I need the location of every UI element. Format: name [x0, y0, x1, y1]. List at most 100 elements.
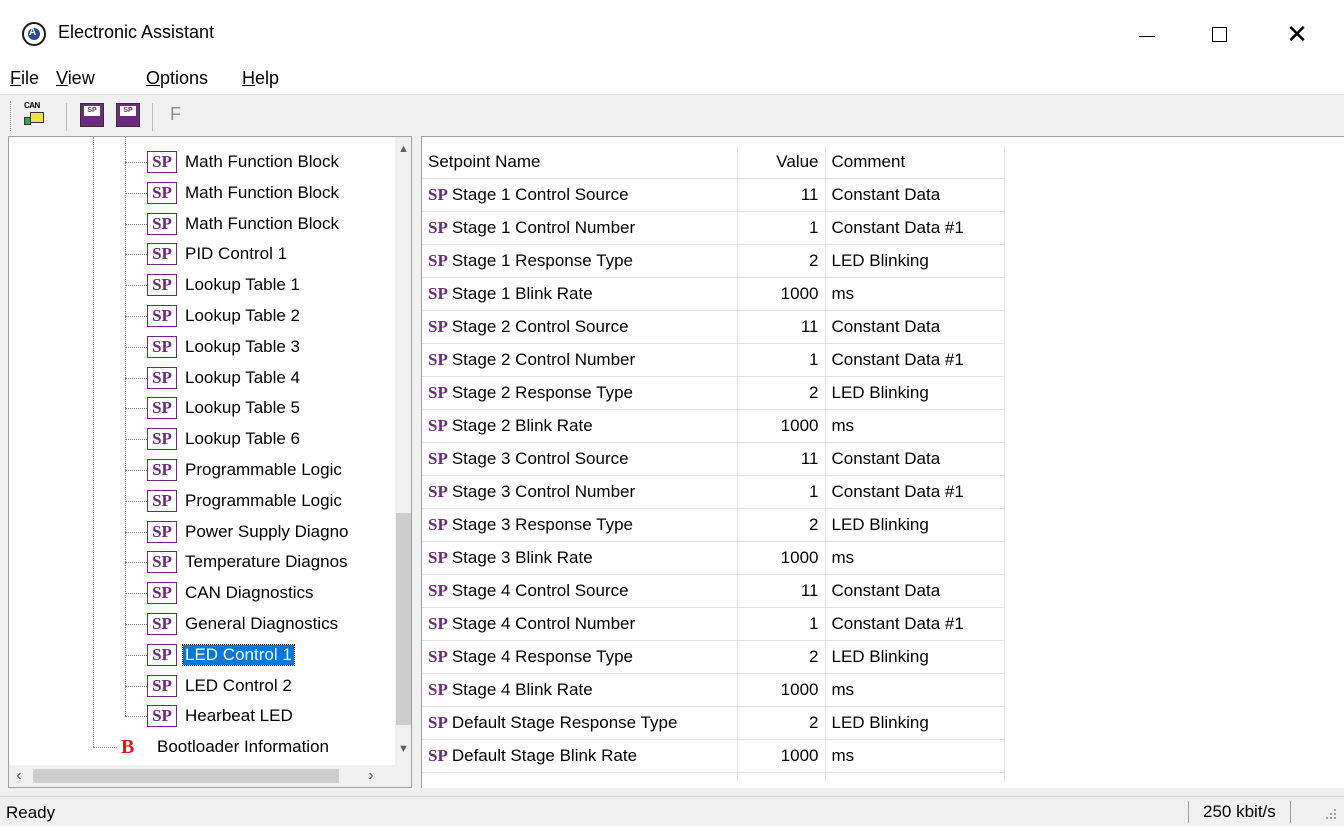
tree-item[interactable]: SP General Diagnostics	[147, 609, 340, 639]
setpoint-value-cell[interactable]: 1000	[737, 541, 826, 575]
setpoint-icon: SP	[428, 415, 448, 435]
tree-item[interactable]: SP Math Function Block	[147, 209, 341, 239]
scroll-right-icon[interactable]: ›	[361, 765, 381, 787]
table-row[interactable]: SP Stage 1 Response Type 2 LED Blinking	[422, 244, 1005, 278]
tree-item[interactable]: SP PID Control 1	[147, 239, 289, 269]
setpoint-value-cell[interactable]: 2	[737, 640, 826, 674]
table-row[interactable]: SP Default Stage Response Type 2 LED Blinki…	[422, 706, 1005, 740]
setpoint-value-cell[interactable]: 11	[737, 178, 826, 212]
table-row[interactable]: SP Stage 3 Control Number 1 Constant Data #…	[422, 475, 1005, 509]
table-row[interactable]: SP Stage 1 Blink Rate 1000 ms	[422, 277, 1005, 311]
ecu-tree-panel[interactable]: SP Math Function Block SP Math Function Blo…	[8, 136, 412, 788]
tree-connector	[125, 531, 147, 533]
tree-item[interactable]: SP LED Control 1	[147, 640, 295, 670]
tree-item[interactable]: SP Math Function Block	[147, 147, 341, 177]
table-row[interactable]: SP Stage 2 Control Number 1 Constant Data #…	[422, 343, 1005, 377]
setpoint-value-cell[interactable]: 2	[737, 244, 826, 278]
column-header-comment[interactable]: Comment	[825, 146, 1005, 179]
close-button[interactable]: ✕	[1274, 14, 1320, 54]
tree-connector	[125, 254, 147, 256]
setpoint-name: Stage 3 Control Source	[451, 448, 629, 468]
flash-button[interactable]: F	[170, 104, 181, 125]
setpoint-value-cell[interactable]: 1	[737, 607, 826, 641]
table-row[interactable]: SP Stage 1 Control Source 11 Constant Data	[422, 178, 1005, 212]
menu-options[interactable]: Options	[146, 68, 208, 89]
setpoint-value-cell[interactable]: 1000	[737, 409, 826, 443]
setpoint-value-cell[interactable]: 1	[737, 475, 826, 509]
table-row[interactable]: SP Stage 3 Blink Rate 1000 ms	[422, 541, 1005, 575]
table-row[interactable]: SP Stage 1 Control Number 1 Constant Data #…	[422, 211, 1005, 245]
setpoint-value-cell[interactable]: 1000	[737, 277, 826, 311]
scroll-left-icon[interactable]: ‹	[9, 765, 29, 787]
table-row[interactable]: SP Stage 3 Control Source 11 Constant Data	[422, 442, 1005, 476]
minimize-button[interactable]	[1124, 14, 1170, 54]
setpoint-name: Stage 1 Control Number	[451, 217, 636, 237]
resize-grip-icon[interactable]	[1324, 807, 1338, 821]
menu-help[interactable]: Help	[242, 68, 279, 89]
setpoint-value-cell[interactable]: 1	[737, 343, 826, 377]
table-row[interactable]: SP Stage 2 Control Source 11 Constant Data	[422, 310, 1005, 344]
tree-connector	[125, 654, 147, 656]
tree-item[interactable]: SP Temperature Diagnos	[147, 547, 350, 577]
tree-item[interactable]: SP CAN Diagnostics	[147, 578, 316, 608]
setpoint-value-cell[interactable]: 1000	[737, 673, 826, 707]
toolbar-grip[interactable]	[10, 101, 13, 131]
tree-item-label: Math Function Block	[185, 152, 340, 171]
menu-file[interactable]: File	[10, 68, 39, 89]
tree-hscroll-thumb[interactable]	[33, 769, 339, 783]
table-row[interactable]: SP Stage 4 Control Number 1 Constant Data #…	[422, 607, 1005, 641]
maximize-button[interactable]	[1196, 14, 1242, 54]
setpoint-value-cell[interactable]: 1	[737, 211, 826, 245]
setpoint-value-cell[interactable]: 1000	[737, 739, 826, 773]
save-setpoint-file-button[interactable]: SP	[116, 103, 140, 127]
tree-item[interactable]: SP Math Function Block	[147, 178, 341, 208]
setpoint-group-icon: SP	[147, 705, 177, 728]
tree-item[interactable]: SP Lookup Table 6	[147, 424, 302, 454]
setpoint-value-cell[interactable]: 11	[737, 310, 826, 344]
setpoint-value-cell[interactable]: 2	[737, 508, 826, 542]
setpoint-value-cell[interactable]: 2	[737, 376, 826, 410]
open-setpoint-file-button[interactable]: SP	[80, 103, 104, 127]
table-row[interactable]: SP Stage 4 Control Source 11 Constant Data	[422, 574, 1005, 608]
setpoint-group-icon: SP	[147, 212, 177, 235]
tree-item[interactable]: SP LED Control 2	[147, 671, 294, 701]
table-row[interactable]: SP Stage 2 Blink Rate 1000 ms	[422, 409, 1005, 443]
tree-item[interactable]: SP Programmable Logic	[147, 455, 344, 485]
table-row[interactable]: SP Stage 4 Response Type 2 LED Blinking	[422, 640, 1005, 674]
table-row[interactable]: SP Stage 2 Response Type 2 LED Blinking	[422, 376, 1005, 410]
setpoint-table: Setpoint Name Value Comment SP Stage 1 Co…	[422, 146, 1005, 782]
table-row[interactable]: SP Default Stage Blink Rate 1000 ms	[422, 739, 1005, 773]
tree-connector	[125, 408, 147, 410]
tree-vertical-scrollbar[interactable]: ▲ ▼	[395, 137, 411, 765]
table-row[interactable]: SP Stage 4 Blink Rate 1000 ms	[422, 673, 1005, 707]
tree-connector	[125, 346, 147, 348]
tree-item[interactable]: SP Lookup Table 5	[147, 393, 302, 423]
menu-view[interactable]: View	[56, 68, 95, 89]
column-header-setpoint-name[interactable]: Setpoint Name	[422, 146, 738, 179]
tree-item[interactable]: SP Lookup Table 3	[147, 332, 302, 362]
tree-scroll-thumb[interactable]	[396, 513, 411, 725]
table-row[interactable]: SP Stage 3 Response Type 2 LED Blinking	[422, 508, 1005, 542]
tree-item[interactable]: SP Lookup Table 4	[147, 363, 302, 393]
tree-item[interactable]: SP Programmable Logic	[147, 486, 344, 516]
tree-item[interactable]: SP Lookup Table 1	[147, 270, 302, 300]
setpoint-value-cell[interactable]: 2	[737, 706, 826, 740]
tree-horizontal-scrollbar[interactable]: ‹ ›	[9, 765, 395, 787]
setpoint-name-cell: SP Stage 4 Control Number	[422, 607, 738, 641]
scroll-up-icon[interactable]: ▲	[395, 141, 411, 158]
setpoint-value-cell[interactable]: 11	[737, 442, 826, 476]
setpoint-icon: SP	[428, 547, 448, 567]
setpoint-table-body: SP Stage 1 Control Source 11 Constant Data S…	[422, 178, 1005, 782]
column-header-value[interactable]: Value	[737, 146, 826, 179]
setpoint-icon: SP	[428, 646, 448, 666]
tree-connector	[125, 439, 147, 441]
setpoint-value-cell[interactable]: 11	[737, 574, 826, 608]
tree-item-bootloader[interactable]: B Bootloader Information	[121, 732, 331, 762]
tree-item[interactable]: SP Lookup Table 2	[147, 301, 302, 331]
setpoint-name-cell: SP Stage 4 Response Type	[422, 640, 738, 674]
can-connect-button[interactable]: CAN	[24, 101, 48, 127]
setpoint-comment-cell: Constant Data	[825, 442, 1005, 476]
tree-item[interactable]: SP Power Supply Diagno	[147, 517, 350, 547]
scroll-down-icon[interactable]: ▼	[395, 741, 411, 758]
tree-item[interactable]: SP Hearbeat LED	[147, 701, 295, 731]
